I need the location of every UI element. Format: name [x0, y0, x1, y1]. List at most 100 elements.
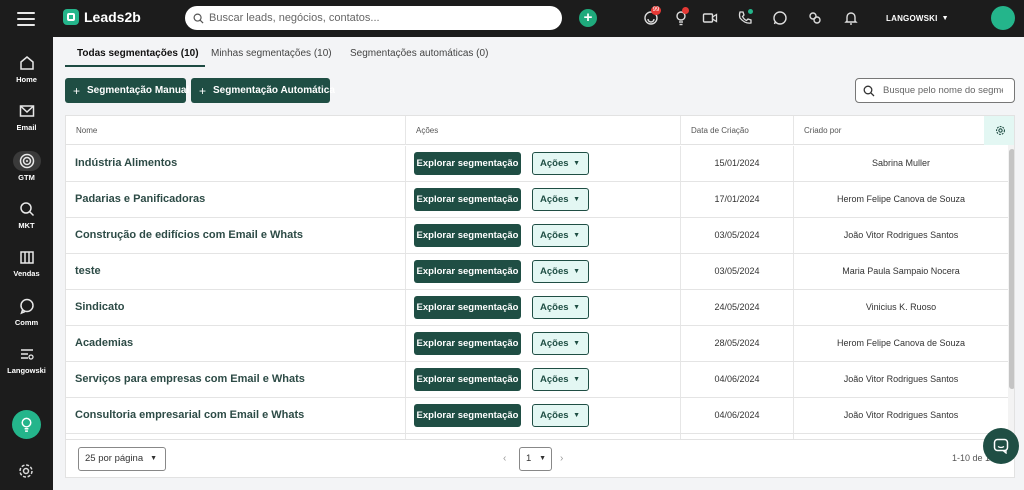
table-row[interactable]: Academias Explorar segmentação Ações ▼ 28/05…	[66, 326, 1008, 362]
tab-todas-segmentacoes[interactable]: Todas segmentações (10)	[65, 48, 205, 67]
global-search-input[interactable]	[209, 12, 539, 24]
explore-segment-button[interactable]: Explorar segmentação	[414, 296, 521, 319]
segment-actions-cell: Explorar segmentação Ações ▼	[406, 290, 681, 325]
app-logo[interactable]: Leads2b	[63, 9, 141, 25]
segment-actions-dropdown[interactable]: Ações ▼	[532, 188, 589, 211]
support-chat-button[interactable]	[983, 428, 1019, 464]
segment-name[interactable]: Indústria Alimentos	[66, 146, 406, 181]
previous-page-button[interactable]: ‹	[503, 453, 506, 464]
explore-segment-button[interactable]: Explorar segmentação	[414, 224, 521, 247]
table-row[interactable]: Serviços para empresas com Email e Whats…	[66, 362, 1008, 398]
gear-icon[interactable]	[17, 462, 35, 480]
segment-name[interactable]: Serviços para empresas com Email e Whats	[66, 362, 406, 397]
table-row[interactable]: Padarias e Panificadoras Explorar segment…	[66, 182, 1008, 218]
sidebar-item-label: GTM	[18, 173, 35, 182]
store-icon	[19, 251, 34, 264]
lightbulb-icon[interactable]	[673, 7, 689, 26]
page-select-value: 1	[526, 453, 532, 464]
sidebar-item-mkt[interactable]: MKT	[0, 200, 53, 230]
user-menu[interactable]: LANGOWSKI ▼	[886, 14, 949, 23]
segment-name[interactable]: Academias	[66, 326, 406, 361]
segment-search[interactable]	[855, 78, 1015, 103]
avatar[interactable]	[991, 6, 1015, 30]
explore-segment-button[interactable]: Explorar segmentação	[414, 332, 521, 355]
whatsapp-icon[interactable]	[772, 10, 788, 26]
explore-segment-button[interactable]: Explorar segmentação	[414, 404, 521, 427]
table-row[interactable]: Consultoria empresarial com Email e What…	[66, 398, 1008, 434]
segment-created-date: 15/01/2024	[681, 146, 794, 181]
sidebar-item-gtm[interactable]: GTM	[0, 151, 53, 182]
segment-actions-label: Ações	[540, 410, 569, 421]
target-icon	[19, 153, 34, 169]
table-row[interactable]: Sindicato Explorar segmentação Ações ▼ 24/05…	[66, 290, 1008, 326]
segment-owner: João Vitor Rodrigues Santos	[843, 374, 959, 384]
tab-segmentacoes-automaticas[interactable]: Segmentações automáticas (0)	[350, 48, 488, 65]
column-header-owner[interactable]: Criado por	[794, 116, 984, 145]
global-search[interactable]	[185, 6, 562, 30]
chevron-down-icon: ▼	[573, 376, 580, 383]
scrollbar-thumb[interactable]	[1009, 149, 1014, 389]
segment-owner: Maria Paula Sampaio Nocera	[842, 266, 960, 276]
search-icon	[863, 85, 875, 96]
per-page-select[interactable]: 25 por página ▼	[78, 447, 166, 471]
bell-icon[interactable]	[843, 10, 859, 26]
segment-name[interactable]: Construção de edifícios com Email e What…	[66, 218, 406, 253]
table-row[interactable]: Construção de edifícios com Email e What…	[66, 218, 1008, 254]
segment-owner: João Vitor Rodrigues Santos	[843, 230, 959, 240]
column-settings-button[interactable]	[984, 116, 1014, 145]
next-page-button[interactable]: ›	[560, 453, 563, 464]
segment-owner: Sabrina Muller	[871, 158, 931, 168]
sidebar-item-label: Langowski	[7, 366, 46, 375]
segment-created-date: 24/05/2024	[681, 290, 794, 325]
segment-actions-cell: Explorar segmentação Ações ▼	[406, 398, 681, 433]
tab-minhas-segmentacoes[interactable]: Minhas segmentações (10)	[211, 48, 332, 65]
segment-actions-dropdown[interactable]: Ações ▼	[532, 260, 589, 283]
segment-actions-dropdown[interactable]: Ações ▼	[532, 368, 589, 391]
table-row[interactable]: Indústria Alimentos Explorar segmentação A…	[66, 146, 1008, 182]
segment-name[interactable]: Sindicato	[66, 290, 406, 325]
table-scrollbar[interactable]	[1008, 145, 1014, 439]
insights-button[interactable]	[12, 410, 41, 439]
segment-actions-dropdown[interactable]: Ações ▼	[532, 296, 589, 319]
notifications-bell-icon[interactable]: 99	[643, 6, 661, 26]
segment-actions-label: Ações	[540, 338, 569, 349]
segment-actions-label: Ações	[540, 266, 569, 277]
table-header: Nome Ações Data de Criação Criado por	[66, 116, 1014, 145]
quick-add-button[interactable]: +	[579, 9, 597, 27]
sidebar-item-comm[interactable]: Comm	[0, 297, 53, 327]
segment-actions-cell: Explorar segmentação Ações ▼	[406, 254, 681, 289]
page-select[interactable]: 1 ▼	[519, 447, 552, 471]
sidebar-item-langowski[interactable]: Langowski	[0, 345, 53, 375]
alert-dot	[682, 7, 689, 14]
chevron-down-icon: ▼	[573, 160, 580, 167]
segment-actions-dropdown[interactable]: Ações ▼	[532, 224, 589, 247]
segment-actions-dropdown[interactable]: Ações ▼	[532, 404, 589, 427]
sidebar-item-vendas[interactable]: Vendas	[0, 248, 53, 278]
new-manual-segment-button[interactable]: + Segmentação Manual	[65, 78, 189, 103]
segment-owner: João Vitor Rodrigues Santos	[843, 410, 959, 420]
sidebar-item-email[interactable]: Email	[0, 102, 53, 132]
explore-segment-button[interactable]: Explorar segmentação	[414, 188, 521, 211]
segment-search-input[interactable]	[883, 85, 1003, 96]
explore-segment-button[interactable]: Explorar segmentação	[414, 260, 521, 283]
sidebar-item-home[interactable]: Home	[0, 54, 53, 84]
segment-name[interactable]: teste	[66, 254, 406, 289]
phone-icon[interactable]	[737, 9, 753, 26]
segment-name[interactable]: Consultoria empresarial com Email e What…	[66, 398, 406, 433]
new-auto-segment-button[interactable]: + Segmentação Automática	[191, 78, 335, 103]
column-header-name[interactable]: Nome	[66, 116, 406, 145]
integrations-icon[interactable]	[807, 10, 823, 26]
sidebar-item-label: Home	[16, 75, 37, 84]
segment-actions-dropdown[interactable]: Ações ▼	[532, 152, 589, 175]
segment-name[interactable]: Padarias e Panificadoras	[66, 182, 406, 217]
segment-actions-label: Ações	[540, 158, 569, 169]
new-auto-segment-label: Segmentação Automática	[213, 85, 335, 96]
logo-mark-icon	[63, 9, 79, 25]
column-header-date[interactable]: Data de Criação	[681, 116, 794, 145]
table-row[interactable]: teste Explorar segmentação Ações ▼ 03/05/202…	[66, 254, 1008, 290]
explore-segment-button[interactable]: Explorar segmentação	[414, 368, 521, 391]
video-call-icon[interactable]	[702, 10, 718, 26]
hamburger-menu-icon[interactable]	[15, 9, 37, 27]
segment-actions-dropdown[interactable]: Ações ▼	[532, 332, 589, 355]
explore-segment-button[interactable]: Explorar segmentação	[414, 152, 521, 175]
